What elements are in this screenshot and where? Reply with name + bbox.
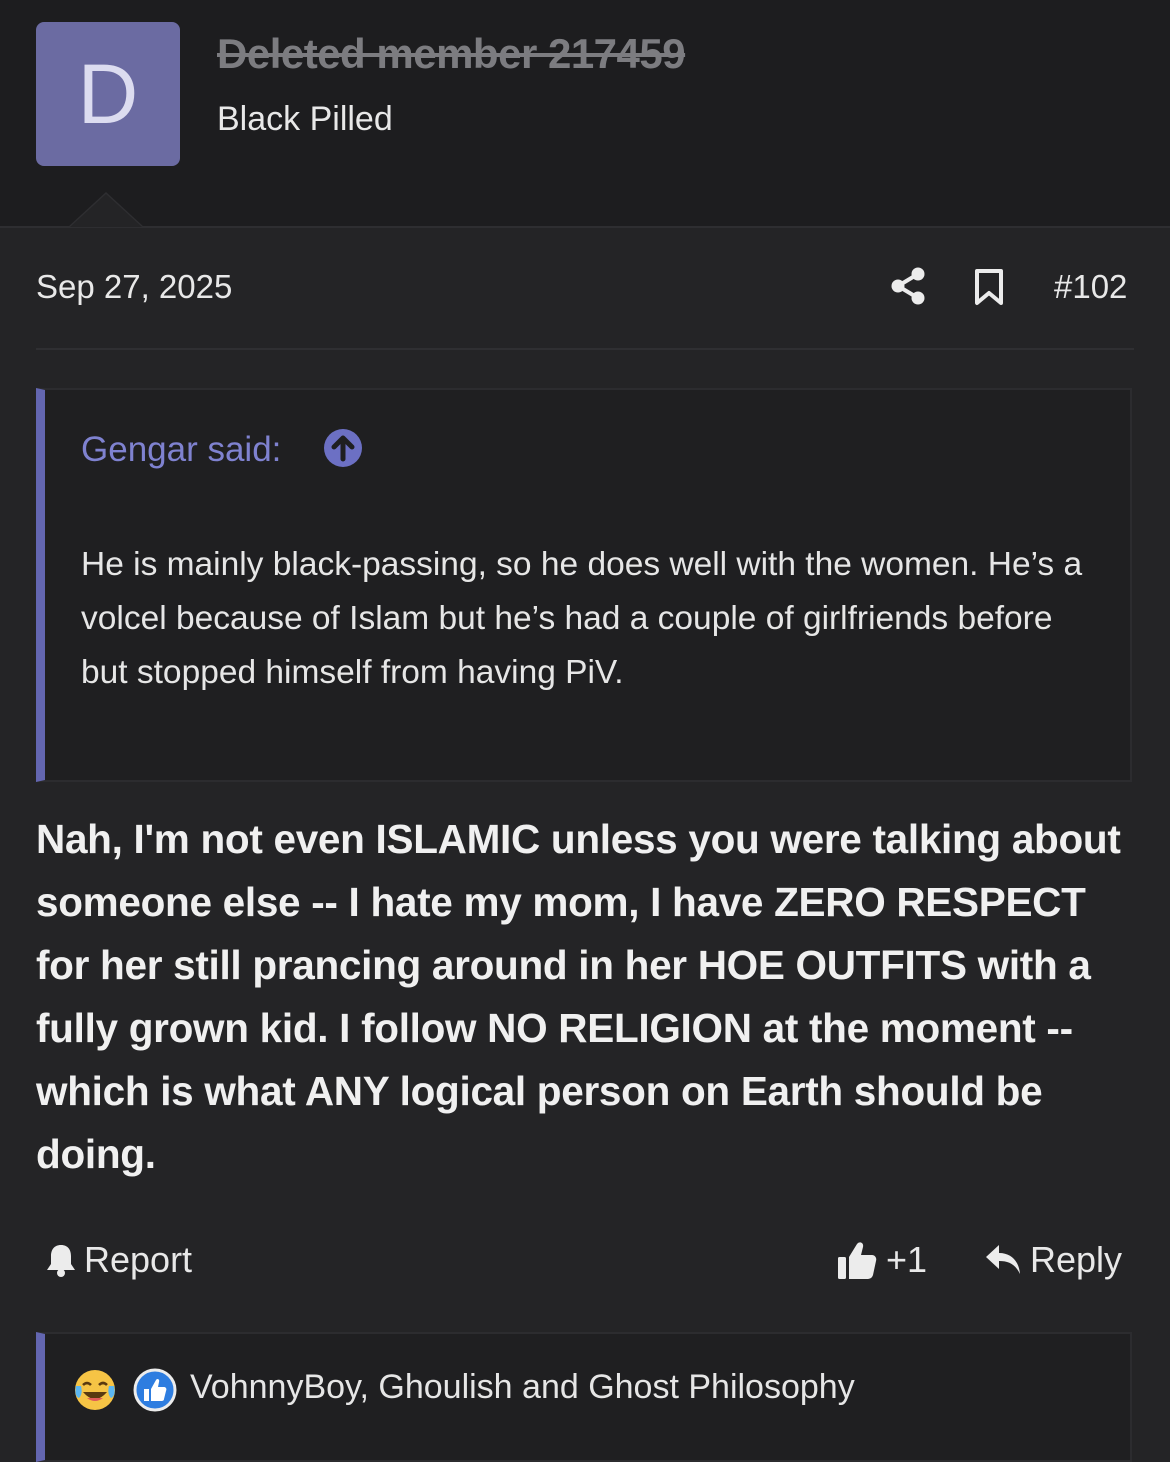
- avatar[interactable]: D: [36, 22, 180, 166]
- arrow-up-circle-icon[interactable]: [323, 428, 363, 468]
- divider: [36, 348, 1134, 350]
- reaction-users-link[interactable]: VohnnyBoy, Ghoulish and Ghost Philosophy: [190, 1368, 855, 1407]
- reactions-bar: VohnnyBoy, Ghoulish and Ghost Philosophy: [36, 1332, 1132, 1462]
- quote-author-link[interactable]: Gengar said:: [81, 430, 281, 470]
- reply-label: Reply: [1030, 1239, 1123, 1280]
- report-label: Report: [84, 1239, 193, 1280]
- quote-text: He is mainly black-passing, so he does w…: [81, 546, 1083, 691]
- post-body-text: Nah, I'm not even ISLAMIC unless you wer…: [36, 816, 1121, 1177]
- author-title: Black Pilled: [217, 100, 393, 138]
- reply-button[interactable]: Reply: [984, 1236, 1122, 1284]
- post-date[interactable]: Sep 27, 2025: [36, 268, 232, 306]
- thumbs-up-icon: [838, 1242, 877, 1279]
- quote-block: Gengar said: He is mainly black-passing,…: [36, 388, 1132, 782]
- reply-arrow-icon: [986, 1245, 1020, 1274]
- post-number-link[interactable]: #102: [1054, 268, 1127, 306]
- like-reaction-icon: [133, 1368, 177, 1412]
- report-button[interactable]: Report: [44, 1236, 192, 1284]
- bell-icon: [47, 1245, 75, 1277]
- crying-laughing-emoji-icon: [75, 1370, 115, 1410]
- share-icon[interactable]: [888, 266, 928, 306]
- bookmark-icon[interactable]: [972, 268, 1006, 306]
- author-username[interactable]: Deleted member 217459: [217, 30, 686, 78]
- like-button[interactable]: +1: [836, 1236, 927, 1284]
- header-pointer: [70, 194, 142, 227]
- post-author-header: D Deleted member 217459 Black Pilled: [0, 0, 1170, 228]
- like-count: +1: [886, 1239, 928, 1280]
